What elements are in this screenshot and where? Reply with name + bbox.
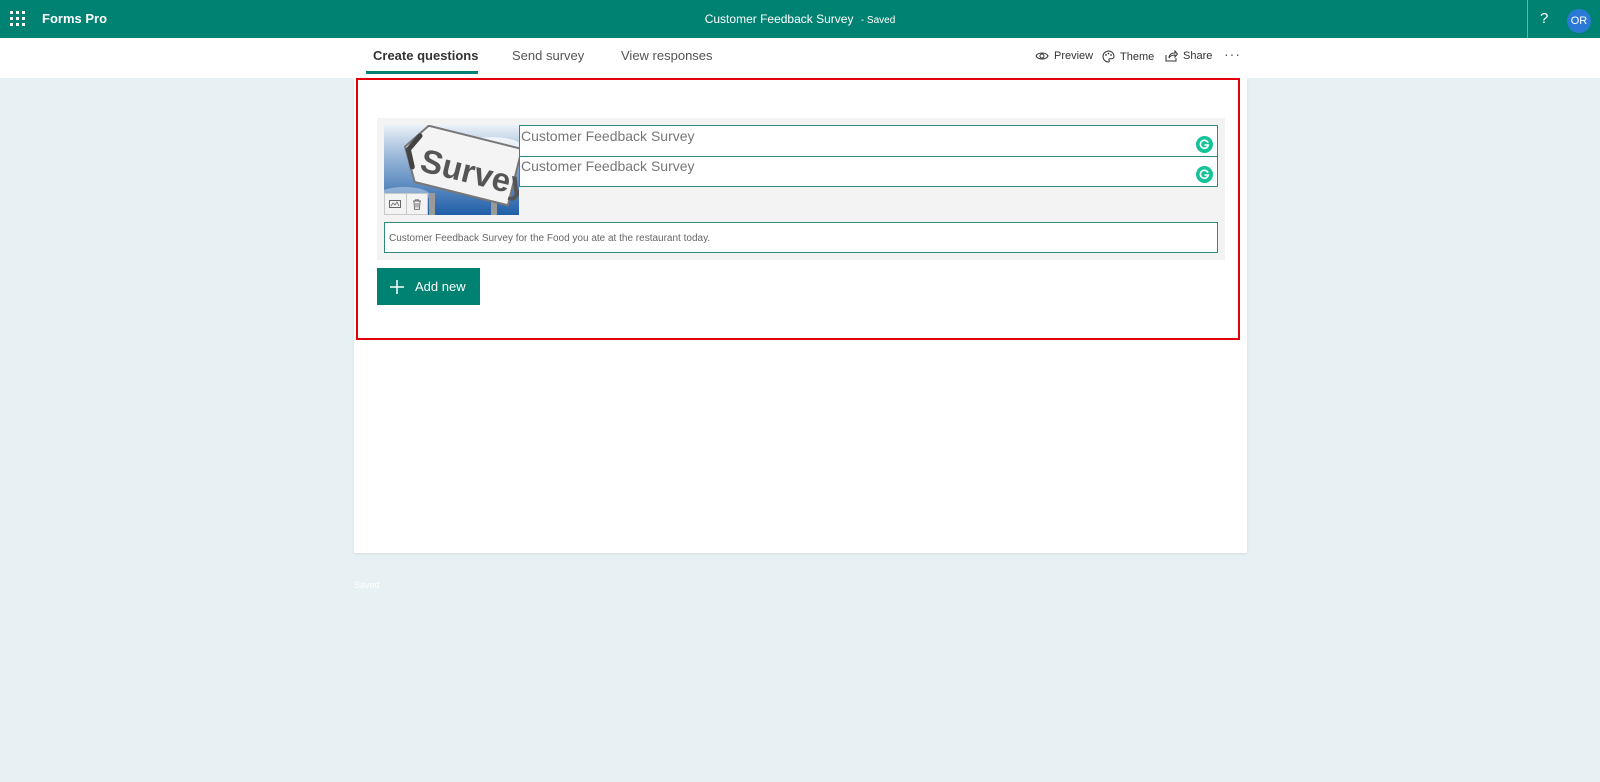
- document-title: Customer Feedback Survey - Saved: [0, 12, 1600, 26]
- eye-icon: [1035, 52, 1049, 60]
- tab-create-questions[interactable]: Create questions: [373, 48, 478, 63]
- active-tab-indicator: [366, 71, 478, 74]
- form-description-text: Customer Feedback Survey for the Food yo…: [389, 233, 711, 244]
- top-bar-divider: [1527, 0, 1528, 38]
- save-status-text: Saved: [866, 15, 896, 26]
- avatar[interactable]: OR: [1567, 9, 1591, 33]
- form-description-input[interactable]: Customer Feedback Survey for the Food yo…: [384, 222, 1218, 253]
- save-status: - Saved: [861, 15, 895, 26]
- tab-send-survey[interactable]: Send survey: [512, 48, 584, 63]
- title-separator: -: [860, 15, 865, 26]
- help-button[interactable]: ?: [1540, 10, 1548, 27]
- share-button[interactable]: Share: [1165, 50, 1212, 62]
- grammarly-icon[interactable]: [1196, 166, 1213, 183]
- palette-icon: [1102, 50, 1115, 63]
- top-app-bar: Forms Pro Customer Feedback Survey - Sav…: [0, 0, 1600, 38]
- theme-label: Theme: [1120, 50, 1155, 63]
- footer-save-status: Saved: [354, 580, 380, 590]
- form-title-input[interactable]: Customer Feedback Survey: [519, 125, 1218, 157]
- image-toolbar: [384, 193, 428, 215]
- grammarly-icon[interactable]: [1196, 136, 1213, 153]
- add-new-button[interactable]: Add new: [377, 268, 480, 305]
- tab-bar: Create questions Send survey View respon…: [0, 38, 1600, 78]
- edit-image-icon: [389, 200, 402, 208]
- form-subtitle-text: Customer Feedback Survey: [521, 158, 695, 174]
- delete-image-button[interactable]: [405, 194, 427, 214]
- preview-button[interactable]: Preview: [1035, 50, 1093, 62]
- edit-image-button[interactable]: [385, 194, 406, 214]
- preview-label: Preview: [1054, 50, 1094, 62]
- form-title-text: Customer Feedback Survey: [521, 128, 695, 144]
- survey-title-label: Customer Feedback Survey: [704, 12, 854, 26]
- add-new-label: Add new: [415, 279, 466, 294]
- plus-icon: [390, 279, 404, 294]
- theme-button[interactable]: Theme: [1102, 50, 1154, 63]
- share-label: Share: [1183, 50, 1213, 62]
- tab-view-responses[interactable]: View responses: [621, 48, 713, 63]
- more-options-button[interactable]: ···: [1224, 46, 1241, 62]
- trash-icon: [412, 198, 421, 210]
- form-subtitle-input[interactable]: Customer Feedback Survey: [519, 156, 1218, 187]
- share-icon: [1165, 50, 1178, 62]
